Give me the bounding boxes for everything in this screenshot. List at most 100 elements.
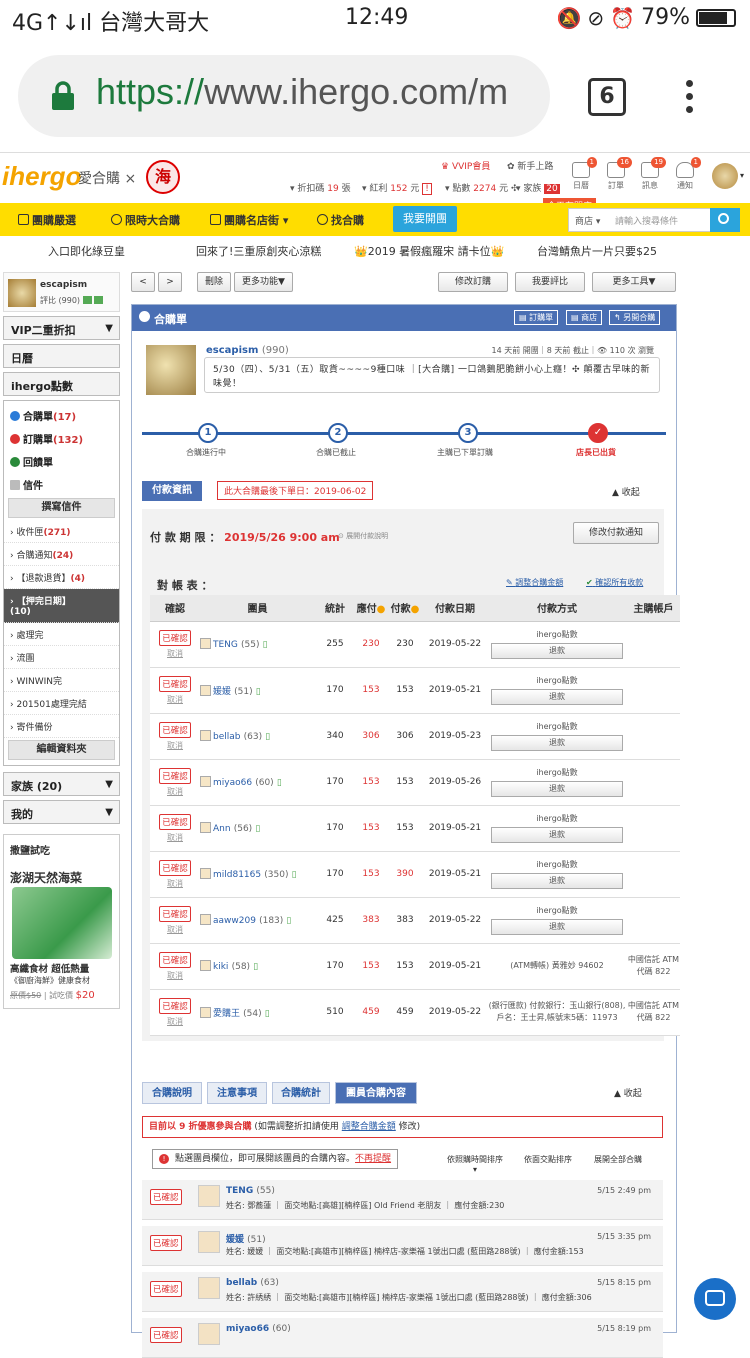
sort-by-place[interactable]: 依面交點排序: [524, 1154, 572, 1165]
print-order-button[interactable]: ▤ 訂購單: [514, 310, 559, 325]
promo-link[interactable]: 👑2019 暑假瘋羅宋 請卡位👑: [354, 243, 504, 259]
open-new-button[interactable]: ↰ 另開合購: [609, 310, 661, 325]
confirmed-badge[interactable]: 已確認: [159, 997, 191, 1014]
open-group-button[interactable]: 我要開團: [393, 206, 457, 232]
user-avatar[interactable]: [712, 163, 738, 189]
promo-link[interactable]: 入口即化綠豆皇: [48, 243, 125, 259]
refund-button[interactable]: 退款: [491, 919, 623, 935]
search-button[interactable]: [710, 208, 740, 232]
folder-sent[interactable]: › 寄件備份: [4, 715, 119, 738]
confirmed-badge[interactable]: 已確認: [150, 1235, 182, 1251]
tab-stats[interactable]: 合購統計: [272, 1082, 330, 1104]
partner-seal-icon[interactable]: 海: [146, 160, 180, 194]
member-cell[interactable]: Ann (56) ▯: [200, 805, 315, 852]
folder-done[interactable]: › 處理完: [4, 623, 119, 646]
member-name[interactable]: 媛媛 (51): [226, 1232, 266, 1245]
tab-payment-info[interactable]: 付款資訊: [142, 481, 202, 501]
collapse-members[interactable]: ▲ 收起: [614, 1086, 642, 1099]
tab-notes[interactable]: 注意事項: [207, 1082, 267, 1104]
message-icon[interactable]: 19 訊息: [633, 157, 667, 191]
cancel-link[interactable]: 取消: [150, 924, 200, 935]
nav-featured[interactable]: 團購嚴選: [18, 212, 76, 228]
cancel-link[interactable]: 取消: [150, 970, 200, 981]
more-tools-button[interactable]: 更多工具▼: [592, 272, 676, 292]
confirmed-badge[interactable]: 已確認: [159, 951, 191, 968]
promo-link[interactable]: 回來了!三重原創夾心涼糕: [196, 243, 321, 259]
tab-description[interactable]: 合購說明: [142, 1082, 202, 1104]
cancel-link[interactable]: 取消: [150, 878, 200, 889]
delete-button[interactable]: 刪除: [197, 272, 231, 292]
newbie-link[interactable]: ✿ 新手上路: [507, 159, 553, 172]
member-cell[interactable]: kiki (58) ▯: [200, 943, 315, 990]
search-scope-select[interactable]: 商店 ▾: [575, 214, 600, 227]
next-button[interactable]: >: [158, 272, 182, 292]
folder-201501[interactable]: › 201501處理完結: [4, 692, 119, 715]
refund-button[interactable]: 退款: [491, 643, 623, 659]
member-cell[interactable]: aaww209 (183) ▯: [200, 897, 315, 944]
confirmed-badge[interactable]: 已確認: [159, 767, 191, 784]
list-item[interactable]: 已確認 媛媛 (51) 姓名: 媛媛 ｜ 面交地點:[高雄市][楠梓區] 楠梓店-家…: [142, 1226, 663, 1266]
confirmed-badge[interactable]: 已確認: [150, 1327, 182, 1343]
prev-button[interactable]: <: [131, 272, 155, 292]
refund-button[interactable]: 退款: [491, 781, 623, 797]
cancel-link[interactable]: 取消: [150, 1016, 200, 1027]
member-name[interactable]: TENG (55): [226, 1186, 275, 1196]
ihergo-points[interactable]: ▾ 點數 2274 元 ✣: [445, 181, 518, 194]
list-item[interactable]: 已確認 miyao66 (60) 5/15 8:19 pm: [142, 1318, 663, 1358]
points-button[interactable]: ihergo點數: [3, 372, 120, 396]
dismiss-hint-link[interactable]: 不再提醒: [355, 1154, 391, 1164]
tab-member-content[interactable]: 團員合購內容: [335, 1082, 417, 1104]
tab-switcher-button[interactable]: 6: [588, 78, 626, 116]
member-cell[interactable]: bellab (63) ▯: [200, 713, 315, 760]
member-cell[interactable]: TENG (55) ▯: [200, 621, 315, 668]
expand-all[interactable]: 展開全部合購: [594, 1154, 642, 1165]
member-cell[interactable]: mild81165 (350) ▯: [200, 851, 315, 898]
expand-payment-hint[interactable]: ⊙ 展開付款說明: [338, 531, 388, 541]
nav-find[interactable]: 找合購: [317, 212, 364, 228]
chat-button[interactable]: [694, 1278, 736, 1320]
refund-button[interactable]: 退款: [491, 827, 623, 843]
user-card[interactable]: escapism 評比 (990): [3, 272, 120, 312]
search-input[interactable]: 請輸入搜尋條件: [615, 214, 678, 227]
confirmed-badge[interactable]: 已確認: [159, 675, 191, 692]
notification-icon[interactable]: 1 通知: [668, 157, 702, 191]
mine-button[interactable]: 我的 ▼: [3, 800, 120, 824]
sidebar-item-group-orders[interactable]: 合購單(17): [4, 404, 119, 427]
vvip-link[interactable]: ♛ VVIP會員: [441, 159, 490, 172]
cancel-link[interactable]: 取消: [150, 740, 200, 751]
bonus-points[interactable]: ▾ 紅利 152 元 !: [362, 181, 432, 195]
confirmed-badge[interactable]: 已確認: [159, 813, 191, 830]
folder-notify[interactable]: › 合購通知(24): [4, 543, 119, 566]
refund-button[interactable]: 退款: [491, 873, 623, 889]
folder-failed[interactable]: › 流團: [4, 646, 119, 669]
member-cell[interactable]: 愛購王 (54) ▯: [200, 989, 315, 1036]
member-name[interactable]: bellab (63): [226, 1278, 279, 1288]
calendar-button[interactable]: 日曆: [3, 344, 120, 368]
cancel-link[interactable]: 取消: [150, 648, 200, 659]
folder-inbox[interactable]: › 收件匣(271): [4, 520, 119, 543]
sidebar-item-mail[interactable]: 信件: [4, 473, 119, 496]
ihergo-logo[interactable]: ihergo: [2, 161, 81, 192]
refund-button[interactable]: 退款: [491, 735, 623, 751]
write-mail-button[interactable]: 撰寫信件: [8, 498, 115, 518]
sidebar-item-feedback[interactable]: 回饋單: [4, 450, 119, 473]
nav-stores[interactable]: 團購名店街 ▾: [210, 212, 288, 228]
vip-discount-button[interactable]: VIP二重折扣 ▼: [3, 316, 120, 340]
promo-link[interactable]: 台灣鯖魚片一片只要$25: [537, 243, 657, 259]
browser-menu-icon[interactable]: [686, 80, 694, 119]
calendar-icon[interactable]: 1 日曆: [564, 157, 598, 191]
folder-winwin[interactable]: › WINWIN完: [4, 669, 119, 692]
nav-limited[interactable]: 限時大合購: [111, 212, 180, 228]
owner-name[interactable]: escapism (990): [206, 345, 289, 356]
order-icon[interactable]: 16 訂單: [599, 157, 633, 191]
edit-folders-button[interactable]: 編輯資料夾: [8, 740, 115, 760]
refund-button[interactable]: 退款: [491, 689, 623, 705]
adjust-amount-link[interactable]: ✎ 調整合購金額: [506, 577, 563, 588]
shop-button[interactable]: ▤ 商店: [566, 310, 603, 325]
cancel-link[interactable]: 取消: [150, 832, 200, 843]
folder-deadline[interactable]: › 【押完日期】 (10): [4, 589, 119, 623]
adjust-amount-link[interactable]: 調整合購金額: [342, 1122, 396, 1132]
folder-refund[interactable]: › 【退款退貨】(4): [4, 566, 119, 589]
collapse-payment[interactable]: ▲ 收起: [612, 485, 640, 498]
member-cell[interactable]: miyao66 (60) ▯: [200, 759, 315, 806]
